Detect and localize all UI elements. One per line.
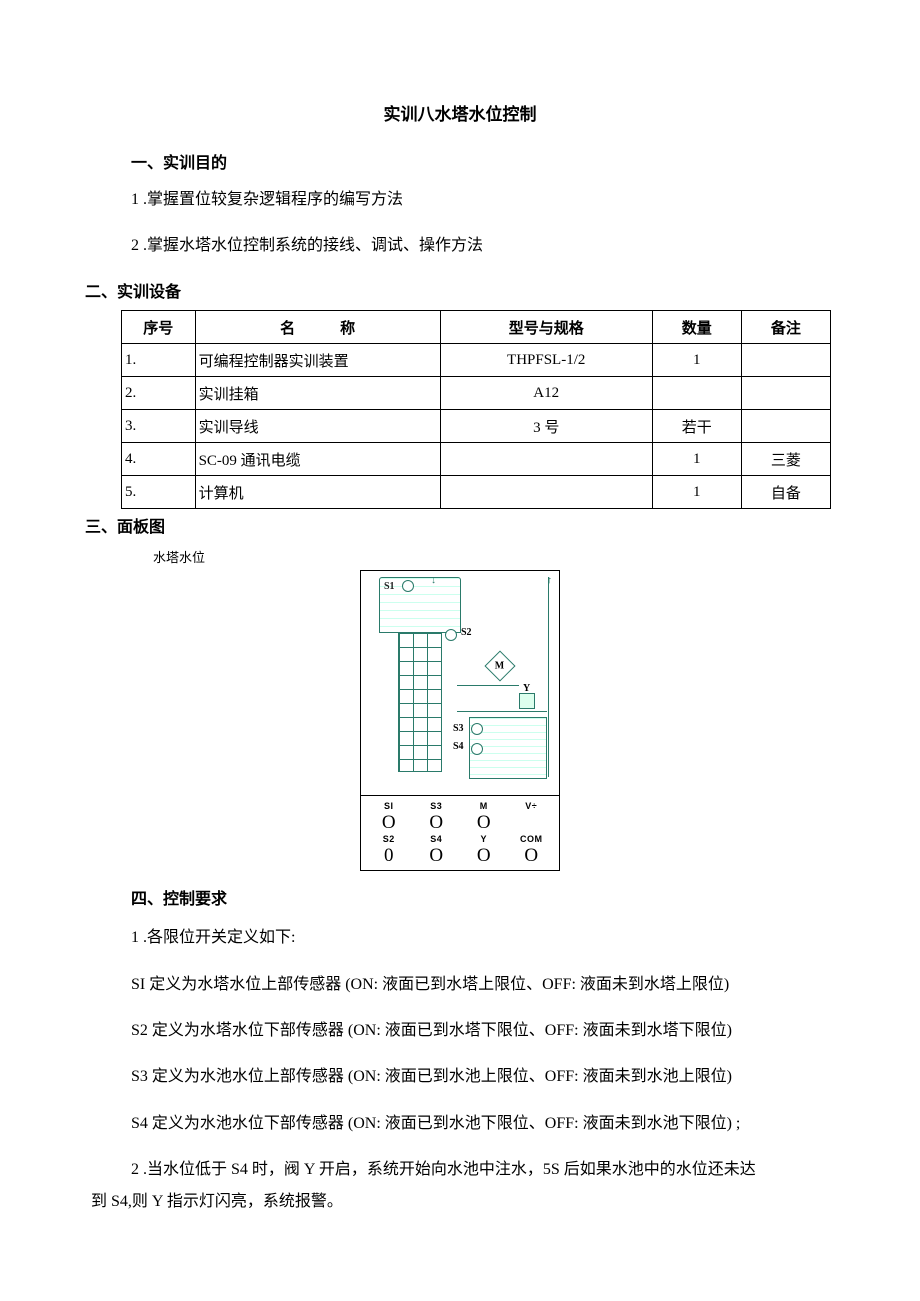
- cell-name: 实训挂箱: [195, 377, 440, 410]
- label-s4: S4: [453, 741, 464, 752]
- cell-qty: 1: [652, 344, 741, 377]
- cell-model: A12: [440, 377, 652, 410]
- terminal-label: M: [462, 802, 506, 811]
- requirement-line-cont: 到 S4,则 Y 指示灯闪亮，系统报警。: [91, 1186, 835, 1217]
- motor-icon: M: [484, 651, 515, 682]
- terminal-label: SI: [367, 802, 411, 811]
- objective-item-1: 1 .掌握置位较复杂逻辑程序的编写方法: [131, 187, 835, 213]
- cell-note: 三菱: [741, 443, 830, 476]
- requirement-line: 1 .各限位开关定义如下:: [131, 923, 835, 953]
- label-m: M: [495, 661, 504, 672]
- cell-qty: 若干: [652, 410, 741, 443]
- cell-note: 自备: [741, 476, 830, 509]
- section-4-heading: 四、控制要求: [131, 885, 835, 909]
- cell-name: 实训导线: [195, 410, 440, 443]
- tower-tank-icon: S1: [379, 577, 461, 633]
- table-header-row: 序号 名 称 型号与规格 数量 备注: [122, 311, 831, 344]
- label-s1: S1: [384, 581, 395, 592]
- cell-seq: 5.: [122, 476, 196, 509]
- table-row: 5. 计算机 1 自备: [122, 476, 831, 509]
- pipe-icon: [548, 577, 549, 777]
- cell-model: [440, 443, 652, 476]
- panel-diagram: S1 S2 M Y ↑ ↓ S3 S4: [360, 570, 560, 795]
- cell-seq: 4.: [122, 443, 196, 476]
- cell-qty: 1: [652, 443, 741, 476]
- section-3-heading: 三、面板图: [85, 513, 835, 537]
- terminal-hole-icon: O: [462, 846, 506, 866]
- terminal-label: S4: [415, 835, 459, 844]
- cell-qty: 1: [652, 476, 741, 509]
- th-seq: 序号: [122, 311, 196, 344]
- equipment-table: 序号 名 称 型号与规格 数量 备注 1. 可编程控制器实训装置 THPFSL-…: [121, 310, 831, 509]
- terminal-hole-icon: 0: [367, 846, 411, 866]
- terminal-hole-icon: O: [415, 846, 459, 866]
- requirement-line: S3 定义为水池水位上部传感器 (ON: 液面已到水池上限位、OFF: 液面未到…: [131, 1062, 835, 1092]
- terminal-hole-icon: O: [367, 813, 411, 833]
- cell-seq: 3.: [122, 410, 196, 443]
- cell-name: SC-09 通讯电缆: [195, 443, 440, 476]
- table-row: 2. 实训挂箱 A12: [122, 377, 831, 410]
- cell-name: 计算机: [195, 476, 440, 509]
- th-note: 备注: [741, 311, 830, 344]
- pipe-icon: [457, 685, 519, 686]
- terminal-grid: SI S3 M V÷ O O O S2 S4 Y COM 0 O O O: [360, 795, 560, 871]
- panel-caption: 水塔水位: [153, 547, 835, 566]
- valve-icon: [519, 693, 535, 709]
- arrow-down-icon: ↓: [431, 575, 436, 586]
- arrow-up-icon: ↑: [547, 575, 552, 586]
- pipe-icon: [457, 711, 547, 712]
- requirement-line: SI 定义为水塔水位上部传感器 (ON: 液面已到水塔上限位、OFF: 液面未到…: [131, 970, 835, 1000]
- terminal-label: Y: [462, 835, 506, 844]
- terminal-hole-icon: [510, 813, 554, 833]
- water-tower-icon: S1: [379, 577, 459, 785]
- cell-note: [741, 344, 830, 377]
- terminal-label: COM: [510, 835, 554, 844]
- terminal-hole-icon: O: [462, 813, 506, 833]
- th-name: 名 称: [195, 311, 440, 344]
- table-row: 3. 实训导线 3 号 若干: [122, 410, 831, 443]
- terminal-hole-icon: O: [510, 846, 554, 866]
- tower-pillar-icon: [398, 632, 442, 772]
- terminal-hole-icon: O: [415, 813, 459, 833]
- requirement-line: S4 定义为水池水位下部传感器 (ON: 液面已到水池下限位、OFF: 液面未到…: [131, 1109, 835, 1139]
- cell-seq: 2.: [122, 377, 196, 410]
- terminal-label: S2: [367, 835, 411, 844]
- terminal-label: S3: [415, 802, 459, 811]
- cell-note: [741, 377, 830, 410]
- requirement-line: S2 定义为水塔水位下部传感器 (ON: 液面已到水塔下限位、OFF: 液面未到…: [131, 1016, 835, 1046]
- label-s3: S3: [453, 723, 464, 734]
- th-model: 型号与规格: [440, 311, 652, 344]
- cell-qty: [652, 377, 741, 410]
- requirement-line: 2 .当水位低于 S4 时，阀 Y 开启，系统开始向水池中注水，5S 后如果水池…: [131, 1155, 835, 1185]
- section-2-heading: 二、实训设备: [85, 278, 835, 302]
- cell-name: 可编程控制器实训装置: [195, 344, 440, 377]
- section-1-heading: 一、实训目的: [131, 149, 835, 173]
- doc-title: 实训八水塔水位控制: [85, 100, 835, 125]
- document-page: 实训八水塔水位控制 一、实训目的 1 .掌握置位较复杂逻辑程序的编写方法 2 .…: [0, 0, 920, 1277]
- cell-note: [741, 410, 830, 443]
- label-s2: S2: [461, 627, 472, 638]
- sensor-s1-icon: [402, 580, 414, 592]
- cell-model: 3 号: [440, 410, 652, 443]
- panel-figure: S1 S2 M Y ↑ ↓ S3 S4 SI S3 M V÷: [360, 570, 560, 871]
- cell-model: [440, 476, 652, 509]
- th-qty: 数量: [652, 311, 741, 344]
- cell-seq: 1.: [122, 344, 196, 377]
- cell-model: THPFSL-1/2: [440, 344, 652, 377]
- terminal-label: V÷: [510, 802, 554, 811]
- objective-item-2: 2 .掌握水塔水位控制系统的接线、调试、操作方法: [131, 233, 835, 259]
- table-row: 4. SC-09 通讯电缆 1 三菱: [122, 443, 831, 476]
- table-row: 1. 可编程控制器实训装置 THPFSL-1/2 1: [122, 344, 831, 377]
